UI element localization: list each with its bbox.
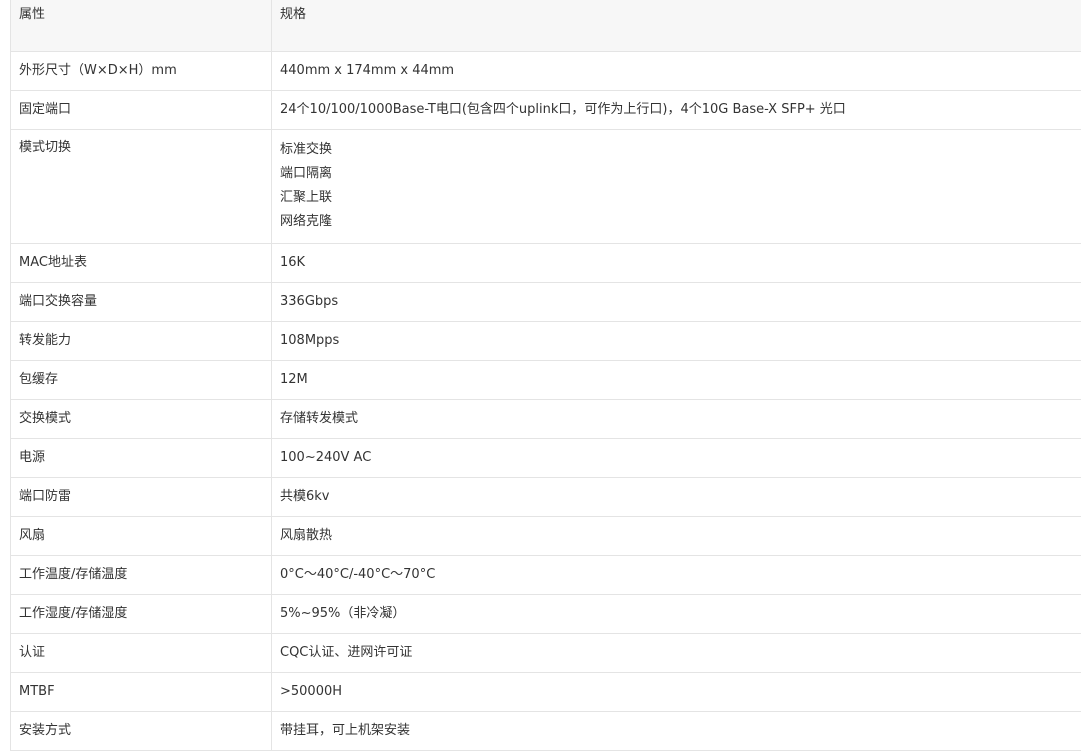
row-value-list: 标准交换 端口隔离 汇聚上联 网络克隆	[271, 129, 1081, 244]
row-key: 工作温度/存储温度	[10, 555, 272, 595]
row-key: 安装方式	[10, 711, 272, 751]
row-key: MAC地址表	[10, 243, 272, 283]
column-header-attribute: 属性	[10, 0, 272, 52]
spec-table: 属性 规格 外形尺寸（W×D×H）mm 440mm x 174mm x 44mm…	[10, 0, 1081, 751]
row-key: 工作湿度/存储湿度	[10, 594, 272, 634]
row-key: 端口防雷	[10, 477, 272, 517]
row-value: CQC认证、进网许可证	[271, 633, 1081, 673]
row-value: 5%~95%（非冷凝）	[271, 594, 1081, 634]
table-row: 转发能力 108Mpps	[10, 321, 1081, 361]
row-value: 存储转发模式	[271, 399, 1081, 439]
table-row: 包缓存 12M	[10, 360, 1081, 400]
table-row: 工作湿度/存储湿度 5%~95%（非冷凝）	[10, 594, 1081, 634]
row-value-line: 标准交换	[280, 142, 333, 157]
table-row: 交换模式 存储转发模式	[10, 399, 1081, 439]
row-key: 包缓存	[10, 360, 272, 400]
row-key: 风扇	[10, 516, 272, 556]
table-row: 认证 CQC认证、进网许可证	[10, 633, 1081, 673]
row-key: MTBF	[10, 672, 272, 712]
row-key: 转发能力	[10, 321, 272, 361]
table-row: 端口防雷 共模6kv	[10, 477, 1081, 517]
table-header-row: 属性 规格	[10, 0, 1081, 52]
row-key: 端口交换容量	[10, 282, 272, 322]
row-value: 共模6kv	[271, 477, 1081, 517]
row-value-line: 端口隔离	[280, 166, 333, 181]
table-row: MAC地址表 16K	[10, 243, 1081, 283]
table-row: MTBF >50000H	[10, 672, 1081, 712]
row-value: 24个10/100/1000Base-T电口(包含四个uplink口，可作为上行…	[271, 90, 1081, 130]
table-row: 模式切换 标准交换 端口隔离 汇聚上联 网络克隆	[10, 129, 1081, 244]
table-row: 固定端口 24个10/100/1000Base-T电口(包含四个uplink口，…	[10, 90, 1081, 130]
row-value-line: 网络克隆	[280, 214, 333, 229]
row-value: 风扇散热	[271, 516, 1081, 556]
table-row: 工作温度/存储温度 0°C～40°C/-40°C～70°C	[10, 555, 1081, 595]
column-header-spec: 规格	[271, 0, 1081, 52]
row-value: 100~240V AC	[271, 438, 1081, 478]
row-value-line: 汇聚上联	[280, 190, 333, 205]
row-key: 交换模式	[10, 399, 272, 439]
row-key: 电源	[10, 438, 272, 478]
table-row: 风扇 风扇散热	[10, 516, 1081, 556]
row-value: 336Gbps	[271, 282, 1081, 322]
row-value: 12M	[271, 360, 1081, 400]
row-value: >50000H	[271, 672, 1081, 712]
row-value: 108Mpps	[271, 321, 1081, 361]
row-value: 16K	[271, 243, 1081, 283]
row-value: 0°C～40°C/-40°C～70°C	[271, 555, 1081, 595]
table-row: 外形尺寸（W×D×H）mm 440mm x 174mm x 44mm	[10, 51, 1081, 91]
row-key: 模式切换	[10, 129, 272, 244]
row-value: 带挂耳，可上机架安装	[271, 711, 1081, 751]
table-row: 端口交换容量 336Gbps	[10, 282, 1081, 322]
row-key: 认证	[10, 633, 272, 673]
row-value: 440mm x 174mm x 44mm	[271, 51, 1081, 91]
table-row: 安装方式 带挂耳，可上机架安装	[10, 711, 1081, 751]
table-row: 电源 100~240V AC	[10, 438, 1081, 478]
row-key: 外形尺寸（W×D×H）mm	[10, 51, 272, 91]
row-key: 固定端口	[10, 90, 272, 130]
